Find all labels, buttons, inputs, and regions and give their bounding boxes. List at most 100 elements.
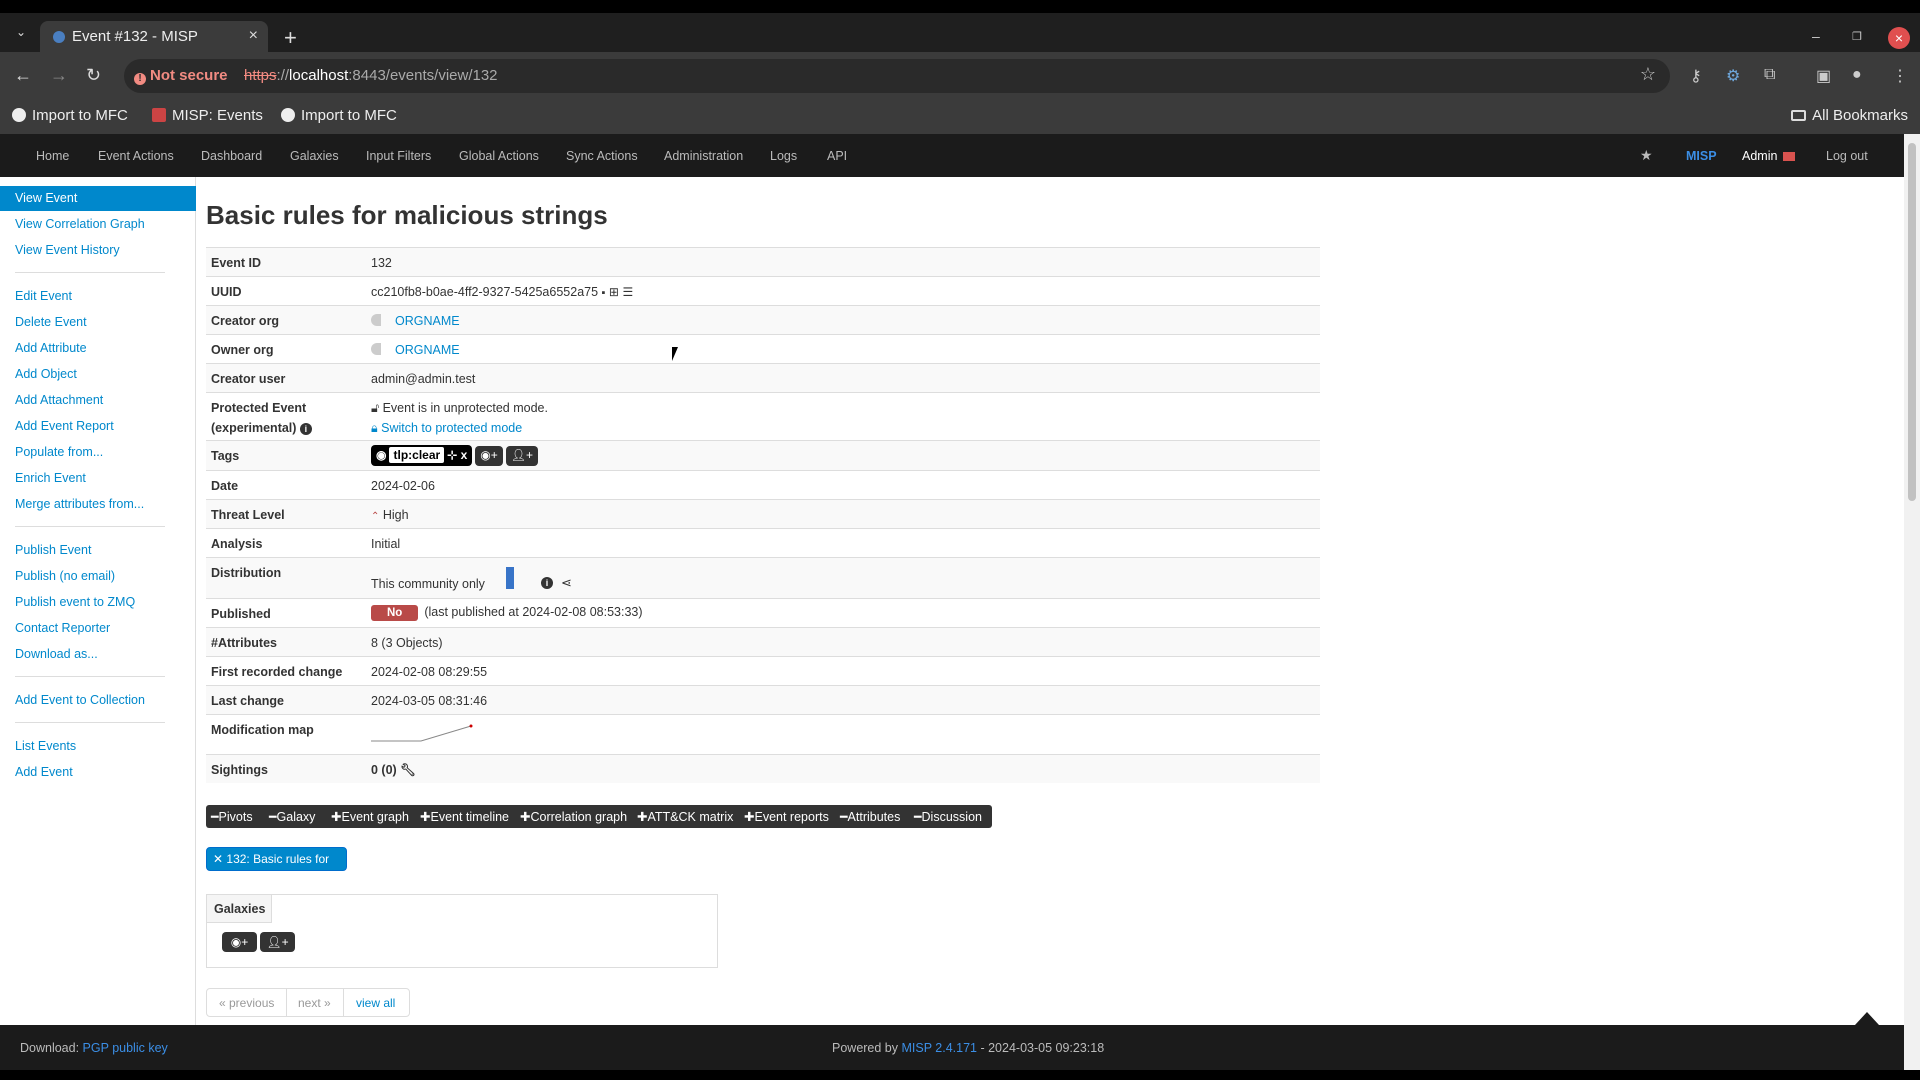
bookmark-misp-events[interactable]: MISP: Events — [152, 107, 263, 124]
info-icon[interactable]: i — [299, 423, 312, 435]
share-icon[interactable]: ⋖ — [561, 575, 572, 591]
toggle-correlation-graph[interactable]: ✚Correlation graph — [520, 809, 627, 824]
info-icon[interactable]: i — [541, 577, 553, 589]
restore-icon[interactable]: ❐ — [1852, 30, 1862, 43]
sidebar-item-contact-reporter[interactable]: Contact Reporter — [15, 621, 110, 635]
pgp-key-link[interactable]: PGP public key — [83, 1041, 168, 1055]
owner-org-value[interactable]: ORGNAME — [371, 343, 460, 357]
nav-galaxies[interactable]: Galaxies — [290, 149, 339, 163]
key-icon[interactable]: ⚷ — [1690, 66, 1702, 86]
forward-icon[interactable]: → — [50, 65, 68, 86]
sidebar-item-merge-attributes[interactable]: Merge attributes from... — [15, 497, 144, 511]
bookmark-star-icon[interactable]: ☆ — [1640, 64, 1656, 85]
nav-api[interactable]: API — [827, 149, 847, 163]
nav-home[interactable]: Home — [36, 149, 69, 163]
extensions-puzzle-icon[interactable]: ⧉ — [1764, 66, 1775, 84]
sidebar-item-publish-event[interactable]: Publish Event — [15, 543, 91, 557]
reload-icon[interactable]: ↻ — [86, 65, 101, 86]
sidebar-item-list-events[interactable]: List Events — [15, 739, 76, 753]
nav-administration[interactable]: Administration — [664, 149, 743, 163]
minimize-icon[interactable]: – — [1812, 28, 1820, 44]
side-panel-icon[interactable]: ▣ — [1816, 66, 1831, 86]
sidebar-item-download-as[interactable]: Download as... — [15, 647, 98, 661]
toggle-pivots[interactable]: ━Pivots — [211, 809, 253, 824]
sidebar-item-event-history[interactable]: View Event History — [15, 243, 120, 257]
extension-gear-icon[interactable]: ⚙ — [1726, 66, 1740, 86]
add-global-tag-button[interactable]: ◉+ — [475, 445, 503, 466]
browser-menu-icon[interactable]: ⋮ — [1892, 66, 1908, 86]
nav-logout[interactable]: Log out — [1826, 149, 1868, 163]
toggle-event-graph[interactable]: ✚Event graph — [331, 809, 409, 824]
pager-view-all[interactable]: view all — [344, 989, 407, 1016]
close-icon[interactable]: ✕ — [213, 852, 223, 866]
sidebar-item-add-attachment[interactable]: Add Attachment — [15, 393, 103, 407]
sidebar-item-enrich-event[interactable]: Enrich Event — [15, 471, 86, 485]
new-tab-icon[interactable]: + — [284, 27, 297, 49]
pager-next[interactable]: next » — [286, 989, 344, 1016]
nav-logs[interactable]: Logs — [770, 149, 797, 163]
misp-version-link[interactable]: MISP 2.4.171 — [901, 1041, 977, 1055]
add-local-galaxy-button[interactable]: 👤︎+ — [260, 932, 295, 952]
tag-tlp-clear[interactable]: ◉ tlp:clear ⊹ x — [371, 445, 473, 466]
sidebar-item-add-object[interactable]: Add Object — [15, 367, 77, 381]
profile-icon[interactable]: ● — [1852, 66, 1862, 84]
toggle-galaxy[interactable]: ━Galaxy — [269, 809, 315, 824]
sidebar-item-populate-from[interactable]: Populate from... — [15, 445, 103, 459]
copy-icon[interactable]: ▪ — [602, 287, 606, 299]
sidebar-item-publish-no-email[interactable]: Publish (no email) — [15, 569, 115, 583]
sidebar-item-add-event-report[interactable]: Add Event Report — [15, 419, 114, 433]
toggle-discussion[interactable]: ━Discussion — [914, 809, 982, 824]
toggle-attributes[interactable]: ━Attributes — [840, 809, 900, 824]
nav-global-actions[interactable]: Global Actions — [459, 149, 539, 163]
footer-download: Download: PGP public key — [20, 1041, 168, 1055]
back-icon[interactable]: ← — [14, 65, 32, 86]
tag-remove[interactable]: x — [461, 448, 468, 462]
nav-dashboard[interactable]: Dashboard — [201, 149, 262, 163]
url-text[interactable]: https://localhost:8443/events/view/132 — [244, 67, 498, 84]
page-scrollbar[interactable] — [1904, 134, 1920, 1070]
nav-sync-actions[interactable]: Sync Actions — [566, 149, 638, 163]
bookmark-import-mfc-1[interactable]: Import to MFC — [12, 107, 128, 124]
toggle-event-timeline[interactable]: ✚Event timeline — [420, 809, 509, 824]
creator-org-value[interactable]: ORGNAME — [371, 314, 460, 328]
sidebar-item-add-to-collection[interactable]: Add Event to Collection — [15, 693, 145, 707]
add-local-tag-button[interactable]: 👤︎+ — [505, 445, 538, 466]
scrollbar-thumb[interactable] — [1908, 143, 1916, 501]
table-row: Distribution This community only i ⋖ — [206, 557, 1320, 598]
row-label: Creator user — [211, 372, 286, 386]
wrench-icon[interactable]: 🔧︎ — [400, 763, 416, 777]
favourite-star-icon[interactable]: ★ — [1640, 147, 1653, 164]
sidebar-item-publish-zmq[interactable]: Publish event to ZMQ — [15, 595, 135, 609]
table-row: Published No (last published at 2024-02-0… — [206, 598, 1320, 627]
nav-event-actions[interactable]: Event Actions — [98, 149, 174, 163]
nav-input-filters[interactable]: Input Filters — [366, 149, 431, 163]
nav-admin-user[interactable]: Admin — [1742, 149, 1796, 163]
add-global-galaxy-button[interactable]: ◉+ — [222, 932, 257, 952]
toggle-attack-matrix[interactable]: ✚ATT&CK matrix — [637, 809, 733, 824]
plus-square-icon[interactable]: ⊞ — [609, 285, 619, 299]
bookmark-import-mfc-2[interactable]: Import to MFC — [281, 107, 397, 124]
scroll-top-icon[interactable] — [1855, 1012, 1879, 1025]
not-secure-indicator[interactable]: ! Not secure — [134, 67, 228, 85]
all-bookmarks[interactable]: All Bookmarks — [1791, 107, 1908, 124]
pivot-event-pill[interactable]: ✕ 132: Basic rules for ... — [206, 847, 347, 880]
first-recorded-value: 2024-02-08 08:29:55 — [371, 665, 488, 679]
tab-list-chevron-icon[interactable]: ⌄ — [12, 25, 30, 43]
window-close-icon[interactable]: × — [1888, 27, 1910, 49]
tab-close-icon[interactable]: × — [249, 27, 258, 45]
switch-protected-link[interactable]: 🔒︎ Switch to protected mode — [371, 421, 522, 436]
pager-previous[interactable]: « previous — [207, 989, 288, 1016]
sidebar-item-correlation-graph[interactable]: View Correlation Graph — [15, 217, 145, 231]
sidebar-item-view-event[interactable]: View Event — [0, 186, 196, 211]
sidebar-item-add-attribute[interactable]: Add Attribute — [15, 341, 87, 355]
toggle-event-reports[interactable]: ✚Event reports — [744, 809, 829, 824]
nav-misp-brand[interactable]: MISP — [1686, 149, 1717, 163]
sidebar-item-add-event[interactable]: Add Event — [15, 765, 73, 779]
sidebar-item-edit-event[interactable]: Edit Event — [15, 289, 72, 303]
list-icon[interactable]: ☰ — [622, 285, 633, 299]
browser-tab-active[interactable]: Event #132 - MISP × — [40, 21, 268, 52]
bookmarks-bar: Import to MFC MISP: Events Import to MFC… — [0, 100, 1920, 134]
address-bar[interactable]: ! Not secure https://localhost:8443/event… — [124, 59, 1670, 93]
graph-icon[interactable]: ⊹ — [447, 448, 457, 462]
sidebar-item-delete-event[interactable]: Delete Event — [15, 315, 87, 329]
